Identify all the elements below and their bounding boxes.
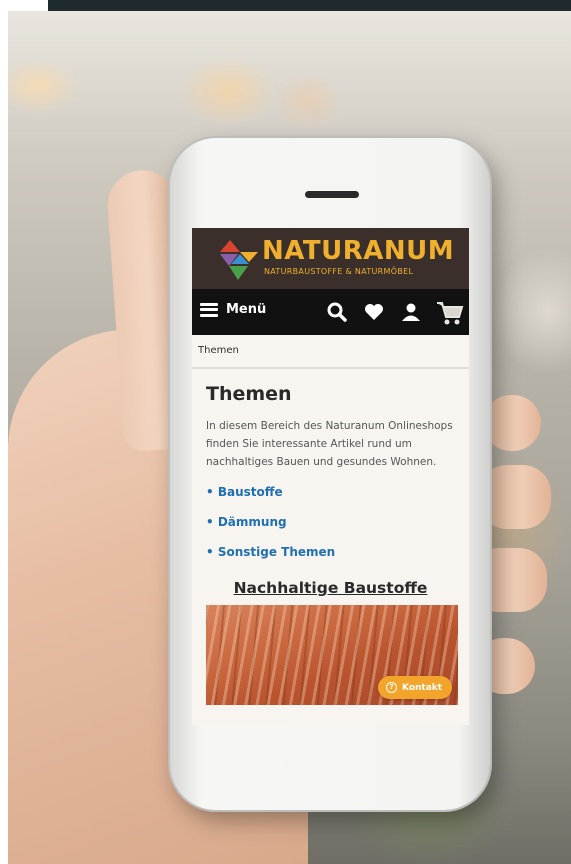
link-daemmung[interactable]: • Dämmung (206, 515, 455, 529)
question-icon: ? (386, 682, 397, 693)
navigation-bar: Menü (192, 289, 469, 335)
top-banner-strip (48, 0, 571, 11)
heart-icon[interactable] (363, 301, 385, 323)
site-header: NATURANUM NATURBAUSTOFFE & NATURMÖBEL (192, 228, 469, 289)
menu-button[interactable]: Menü (200, 302, 266, 317)
cart-icon[interactable] (434, 297, 464, 327)
search-icon[interactable] (326, 301, 348, 323)
phone-screen: NATURANUM NATURBAUSTOFFE & NATURMÖBEL Me… (192, 228, 469, 725)
finger (483, 395, 541, 451)
breadcrumb: Themen (192, 335, 469, 369)
user-icon[interactable] (400, 301, 422, 323)
breadcrumb-current[interactable]: Themen (198, 345, 239, 356)
page-title: Themen (206, 383, 292, 405)
section-title[interactable]: Nachhaltige Baustoffe (206, 579, 455, 597)
menu-label: Menü (226, 302, 267, 317)
brand-name[interactable]: NATURANUM (262, 236, 454, 266)
main-content: Themen In diesem Bereich des Naturanum O… (192, 369, 469, 705)
naturanum-logo-icon[interactable] (220, 240, 258, 280)
link-sonstige-themen[interactable]: • Sonstige Themen (206, 545, 455, 559)
brand-tagline: NATURBAUSTOFFE & NATURMÖBEL (264, 267, 414, 276)
phone-home-area (175, 726, 485, 806)
link-baustoffe[interactable]: • Baustoffe (206, 485, 455, 499)
hamburger-icon (200, 302, 218, 317)
contact-label: Kontakt (402, 682, 443, 693)
phone-speaker (305, 191, 359, 198)
contact-button[interactable]: ? Kontakt (378, 676, 453, 699)
intro-text: In diesem Bereich des Naturanum Onlinesh… (206, 420, 453, 468)
